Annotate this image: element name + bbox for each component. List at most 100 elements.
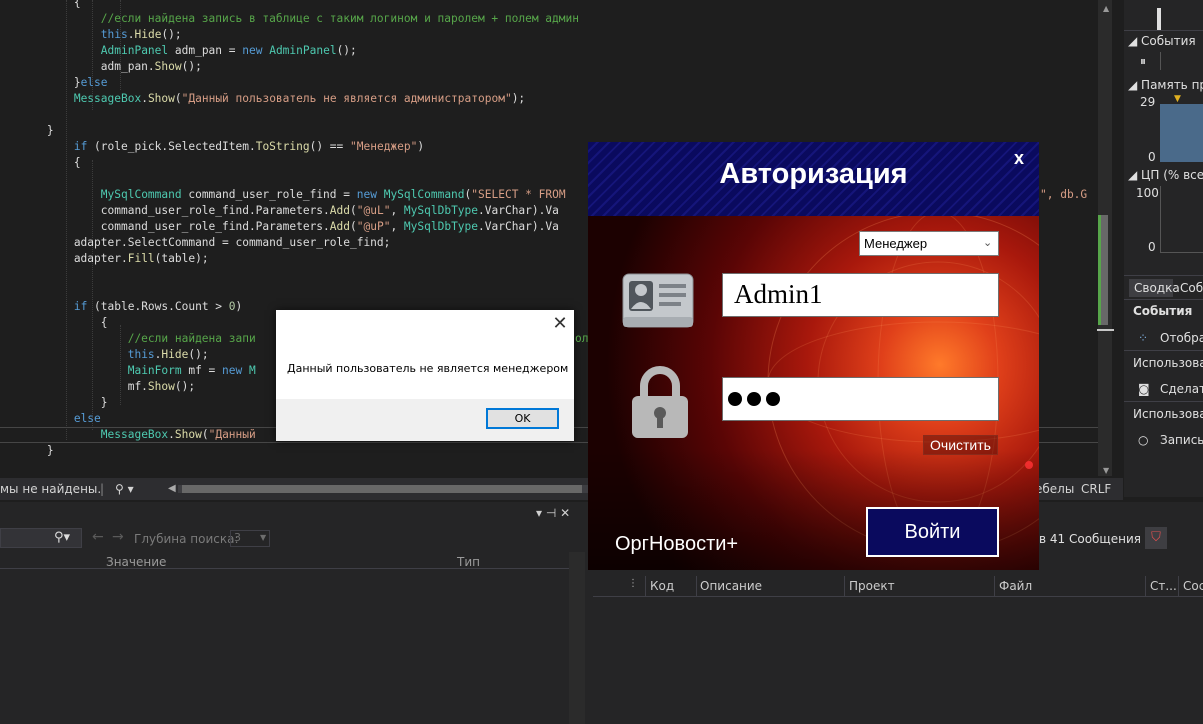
column-line[interactable]: Ст... (1150, 579, 1177, 593)
scroll-up-arrow-icon[interactable]: ▲ (1103, 4, 1109, 13)
show-events-link[interactable]: Отобра (1160, 331, 1203, 345)
code-line[interactable]: { (0, 315, 108, 331)
cpu-label: ЦП (% всех (1141, 168, 1203, 182)
code-token: if (73, 300, 88, 313)
pause-icon[interactable]: ⏸ (1140, 54, 1146, 69)
code-line[interactable]: command_user_role_find.Parameters.Add("@… (0, 219, 559, 235)
lines-label[interactable]: ебелы (1035, 482, 1074, 496)
events-section[interactable]: ◢ События (1128, 34, 1196, 48)
chevron-down-icon[interactable]: ⌄ (983, 236, 992, 249)
watch-scrollbar[interactable] (569, 552, 585, 724)
code-line[interactable]: MainForm mf = new M (0, 363, 256, 379)
code-line[interactable]: MessageBox.Show("Данный (0, 427, 256, 443)
column-state[interactable]: Сос (1183, 579, 1203, 593)
horizontal-scroll-thumb[interactable] (182, 485, 582, 493)
code-line[interactable]: { (0, 155, 81, 171)
column-file[interactable]: Файл (999, 579, 1032, 593)
divider (1124, 299, 1203, 300)
cpu-section[interactable]: ◢ ЦП (% всех (1128, 168, 1203, 182)
code-line[interactable]: mf.Show(); (0, 379, 195, 395)
code-token: (); (188, 348, 209, 361)
brush-icon[interactable]: ⚲ ▾ (115, 482, 134, 496)
code-line[interactable]: MessageBox.Show("Данный пользователь не … (0, 91, 525, 107)
lock-icon (632, 366, 688, 438)
events-label: События (1141, 34, 1196, 48)
code-token: Hide (134, 28, 162, 41)
panel-pin-controls[interactable]: ▾ ⊣ ✕ (536, 506, 570, 520)
role-select[interactable]: Менеджер (859, 231, 999, 256)
tab-events[interactable]: Соб (1180, 281, 1203, 295)
code-token: Hide (161, 348, 189, 361)
code-line[interactable]: adapter.Fill(table); (0, 251, 209, 267)
column-value[interactable]: Значение (106, 555, 166, 569)
code-line[interactable]: if (role_pick.SelectedItem.ToString() ==… (0, 139, 424, 155)
code-token: MySqlDbType (403, 220, 479, 233)
user-card-icon (622, 273, 694, 328)
code-line[interactable]: this.Hide(); (0, 347, 209, 363)
code-token: ( (350, 204, 357, 217)
column-type[interactable]: Тип (457, 555, 480, 569)
memory-section[interactable]: ◢ Память пре (1128, 78, 1203, 92)
column-code[interactable]: Код (650, 579, 674, 593)
search-icon[interactable]: ⚲▾ (54, 530, 70, 545)
password-dot (766, 392, 780, 406)
code-line[interactable]: } (0, 123, 54, 139)
login-title: Авторизация (719, 158, 908, 190)
code-token: "Данный (208, 428, 256, 441)
tab-summary[interactable]: Сводка (1129, 279, 1180, 297)
events-track (1160, 52, 1203, 70)
code-token: Fill (127, 252, 155, 265)
code-token: new (242, 44, 263, 57)
code-line[interactable]: adm_pan.Show(); (0, 59, 202, 75)
code-token: { (0, 316, 108, 329)
code-line[interactable]: } (0, 443, 54, 459)
hscroll-left-icon[interactable]: ◀ (168, 483, 176, 494)
code-line[interactable]: AdminPanel adm_pan = new AdminPanel(); (0, 43, 357, 59)
diagnostic-tools-panel: ◢ События ⏸ ◢ Память пре 29 ▼ 0 ◢ ЦП (% … (1124, 0, 1203, 497)
code-token: (); (336, 44, 357, 57)
code-line[interactable]: if (table.Rows.Count > 0) (0, 299, 242, 315)
close-icon[interactable]: ✕ (548, 312, 572, 336)
password-field[interactable] (722, 377, 999, 421)
forward-arrow-icon[interactable]: → (112, 529, 124, 545)
back-arrow-icon[interactable]: ← (92, 529, 104, 545)
scroll-down-arrow-icon[interactable]: ▼ (1103, 466, 1109, 475)
code-token: mf. (0, 380, 148, 393)
login-button[interactable]: Войти (866, 507, 999, 557)
editor-scroll-thumb[interactable] (1101, 215, 1108, 325)
code-token: "SELECT * FROM (471, 188, 566, 201)
code-token: , (390, 220, 404, 233)
take-snapshot-link[interactable]: Сделать (1160, 382, 1203, 396)
code-line[interactable]: }else (0, 75, 108, 91)
code-token: Show (154, 60, 182, 73)
sort-icon[interactable]: ⋮ (628, 578, 638, 589)
code-line[interactable]: else (0, 411, 101, 427)
code-line[interactable]: MySqlCommand command_user_role_find = ne… (0, 187, 566, 203)
code-line[interactable]: command_user_role_find.Parameters.Add("@… (0, 203, 559, 219)
record-profile-link[interactable]: Запись ( (1160, 433, 1203, 447)
issues-text[interactable]: мы не найдены. (0, 482, 101, 496)
code-line[interactable]: //если найдена запись в таблице с таким … (0, 11, 579, 27)
code-line[interactable]: this.Hide(); (0, 27, 182, 43)
column-description[interactable]: Описание (700, 579, 762, 593)
watch-panel (0, 502, 585, 724)
code-token: MySqlCommand (383, 188, 465, 201)
clear-button[interactable]: Очистить (923, 435, 998, 455)
column-project[interactable]: Проект (849, 579, 895, 593)
code-line[interactable]: adapter.SelectCommand = command_user_rol… (0, 235, 391, 251)
login-field[interactable]: Admin1 (722, 273, 999, 317)
separator: | (100, 482, 105, 496)
code-line[interactable]: { (0, 0, 81, 11)
column-separator (844, 576, 845, 596)
code-line[interactable]: //если найдена запи (0, 331, 256, 347)
code-line[interactable]: } (0, 395, 108, 411)
filter-icon[interactable]: ⛉ (1145, 527, 1167, 549)
line-ending[interactable]: CRLF (1081, 482, 1111, 496)
memory-max: 29 (1140, 95, 1156, 109)
messages-filter[interactable]: в 41 Сообщения (1039, 532, 1141, 546)
code-token: Show (147, 380, 175, 393)
close-icon[interactable]: x (1014, 148, 1024, 169)
ok-button[interactable]: OK (486, 408, 559, 429)
